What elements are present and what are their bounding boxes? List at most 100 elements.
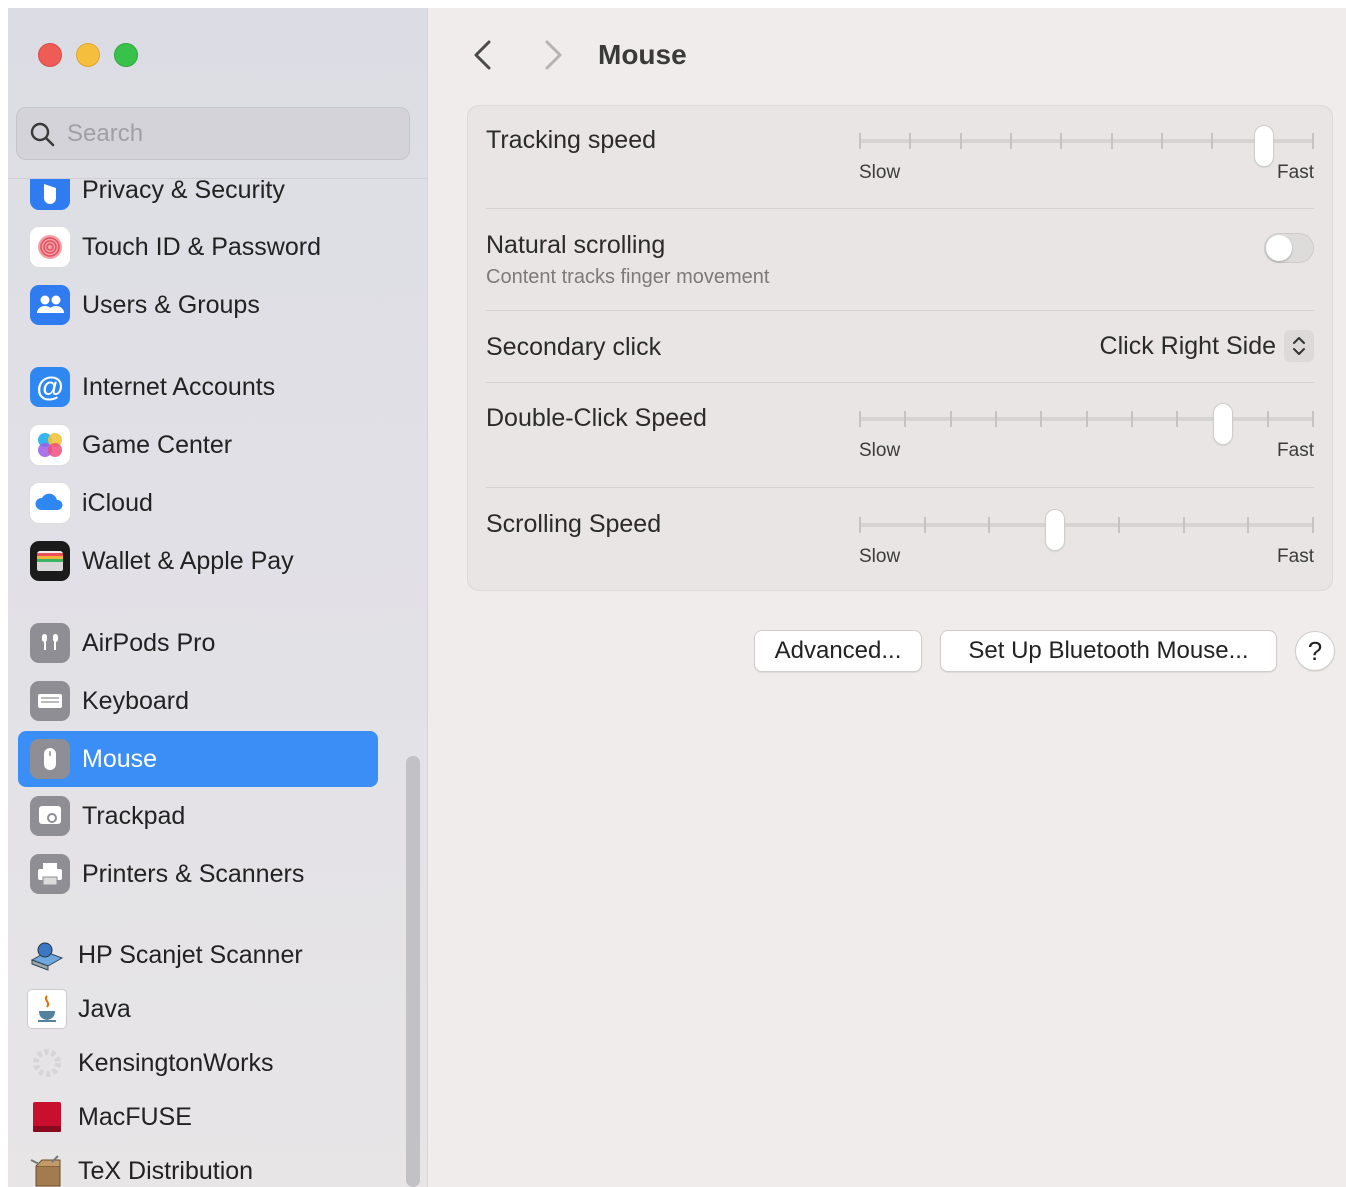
sidebar-item-label: HP Scanjet Scanner	[78, 940, 303, 969]
tracking-speed-label: Tracking speed	[486, 126, 656, 154]
sidebar-item-label: Touch ID & Password	[82, 232, 321, 261]
sidebar-item-label: TeX Distribution	[78, 1156, 254, 1185]
slider-tick	[1010, 133, 1012, 149]
sidebar-list: Privacy & Security Touch ID & Password U…	[8, 178, 427, 1187]
window-controls	[38, 43, 138, 67]
sidebar-item-airpods-pro[interactable]: AirPods Pro	[18, 615, 378, 671]
natural-scrolling-description: Content tracks finger movement	[486, 266, 770, 288]
scrolling-speed-slider[interactable]: Slow Fast	[859, 510, 1314, 570]
slider-slow-label: Slow	[859, 162, 901, 183]
sidebar-item-users-groups[interactable]: Users & Groups	[18, 277, 378, 333]
chevron-right-icon[interactable]	[537, 38, 567, 72]
slider-tick	[1040, 411, 1043, 427]
slider-tick	[994, 411, 997, 427]
slider-tick	[1130, 411, 1133, 427]
natural-scrolling-toggle[interactable]	[1264, 233, 1314, 263]
slider-slow-label: Slow	[859, 440, 901, 461]
sidebar-item-tex-distribution[interactable]: TeX Distribution	[18, 1143, 378, 1187]
sidebar-item-label: Trackpad	[82, 801, 186, 830]
hand-icon	[30, 179, 70, 210]
slider-tick	[1247, 517, 1250, 533]
sidebar-item-label: Privacy & Security	[82, 178, 285, 204]
slider-tick	[1110, 133, 1113, 149]
secondary-click-label: Secondary click	[486, 333, 662, 361]
keyboard-icon	[30, 681, 70, 721]
sidebar-item-java[interactable]: Java	[18, 981, 378, 1037]
chevron-left-icon[interactable]	[469, 38, 499, 72]
sidebar-item-label: iCloud	[82, 488, 153, 517]
double-click-speed-slider[interactable]: Slow Fast	[859, 404, 1314, 464]
slider-tick	[859, 517, 861, 533]
sidebar-item-mouse[interactable]: Mouse	[18, 731, 378, 787]
scanner-icon	[28, 936, 66, 974]
sidebar-item-macfuse[interactable]: MacFUSE	[18, 1089, 378, 1145]
page-title: Mouse	[598, 39, 687, 70]
sidebar-item-label: Internet Accounts	[82, 372, 276, 401]
slider-tick	[1312, 411, 1314, 427]
fingerprint-icon	[30, 227, 70, 267]
sidebar-item-wallet-apple-pay[interactable]: Wallet & Apple Pay	[18, 533, 378, 589]
sidebar-item-label: Mouse	[82, 744, 158, 773]
zoom-window-button[interactable]	[114, 43, 138, 67]
slider-thumb[interactable]	[1254, 126, 1273, 166]
toggle-knob	[1266, 235, 1292, 261]
search-field[interactable]	[16, 107, 410, 160]
users-icon	[30, 285, 70, 325]
trackpad-icon	[30, 796, 70, 836]
search-input[interactable]	[67, 119, 367, 148]
slider-fast-label: Fast	[1277, 546, 1314, 567]
slider-tick	[859, 133, 861, 149]
gear-icon	[28, 1044, 66, 1082]
divider	[486, 382, 1314, 383]
minimize-window-button[interactable]	[76, 43, 100, 67]
tracking-speed-row: Tracking speed Slow Fast	[486, 126, 1314, 196]
drive-icon	[28, 1098, 66, 1136]
slider-tick	[904, 411, 907, 427]
search-icon	[30, 122, 55, 146]
slider-track	[859, 139, 1314, 143]
divider	[486, 310, 1314, 311]
sidebar-item-hp-scanjet-scanner[interactable]: HP Scanjet Scanner	[18, 927, 378, 983]
close-window-button[interactable]	[38, 43, 62, 67]
mouse-icon	[30, 739, 70, 779]
advanced-button[interactable]: Advanced...	[754, 630, 922, 672]
sidebar-item-label: Game Center	[82, 430, 233, 459]
sidebar-item-trackpad[interactable]: Trackpad	[18, 788, 378, 844]
java-icon	[28, 990, 66, 1028]
at-sign-icon: @	[30, 367, 70, 407]
slider-thumb[interactable]	[1214, 404, 1232, 444]
sidebar-item-printers-scanners[interactable]: Printers & Scanners	[18, 846, 378, 902]
updown-chevron-icon	[1284, 330, 1314, 362]
sidebar-item-icloud[interactable]: iCloud	[18, 475, 378, 531]
divider	[486, 487, 1314, 488]
game-center-icon	[30, 425, 70, 465]
sidebar-item-label: Printers & Scanners	[82, 859, 305, 888]
sidebar-scrollbar[interactable]	[406, 756, 420, 1187]
sidebar: Privacy & Security Touch ID & Password	[8, 8, 428, 1187]
secondary-click-popup[interactable]: Click Right Side	[1100, 330, 1314, 362]
help-button[interactable]: ?	[1295, 631, 1335, 671]
sidebar-item-game-center[interactable]: Game Center	[18, 417, 378, 473]
natural-scrolling-row: Natural scrolling Content tracks finger …	[486, 231, 1314, 301]
secondary-click-value: Click Right Side	[1099, 331, 1276, 360]
slider-tick	[949, 411, 952, 427]
sidebar-item-keyboard[interactable]: Keyboard	[18, 673, 378, 729]
slider-slow-label: Slow	[859, 546, 901, 567]
slider-tick	[923, 517, 926, 533]
sidebar-item-label: Keyboard	[82, 686, 190, 715]
slider-tick	[1312, 517, 1314, 533]
slider-tick	[1117, 517, 1120, 533]
sidebar-item-kensingtonworks[interactable]: KensingtonWorks	[18, 1035, 378, 1091]
sidebar-item-label: Java	[78, 994, 131, 1023]
slider-tick	[1211, 133, 1214, 149]
tracking-speed-slider[interactable]: Slow Fast	[859, 126, 1314, 186]
scrolling-speed-label: Scrolling Speed	[486, 510, 662, 538]
sidebar-item-privacy-security[interactable]: Privacy & Security	[18, 178, 378, 218]
setup-bluetooth-mouse-button[interactable]: Set Up Bluetooth Mouse...	[940, 630, 1277, 672]
sidebar-item-touch-id-password[interactable]: Touch ID & Password	[18, 219, 378, 275]
slider-tick	[1060, 133, 1063, 149]
sidebar-item-label: KensingtonWorks	[78, 1048, 274, 1077]
slider-thumb[interactable]	[1045, 510, 1064, 550]
sidebar-item-internet-accounts[interactable]: @ Internet Accounts	[18, 359, 378, 415]
settings-window: Privacy & Security Touch ID & Password	[8, 8, 1346, 1187]
